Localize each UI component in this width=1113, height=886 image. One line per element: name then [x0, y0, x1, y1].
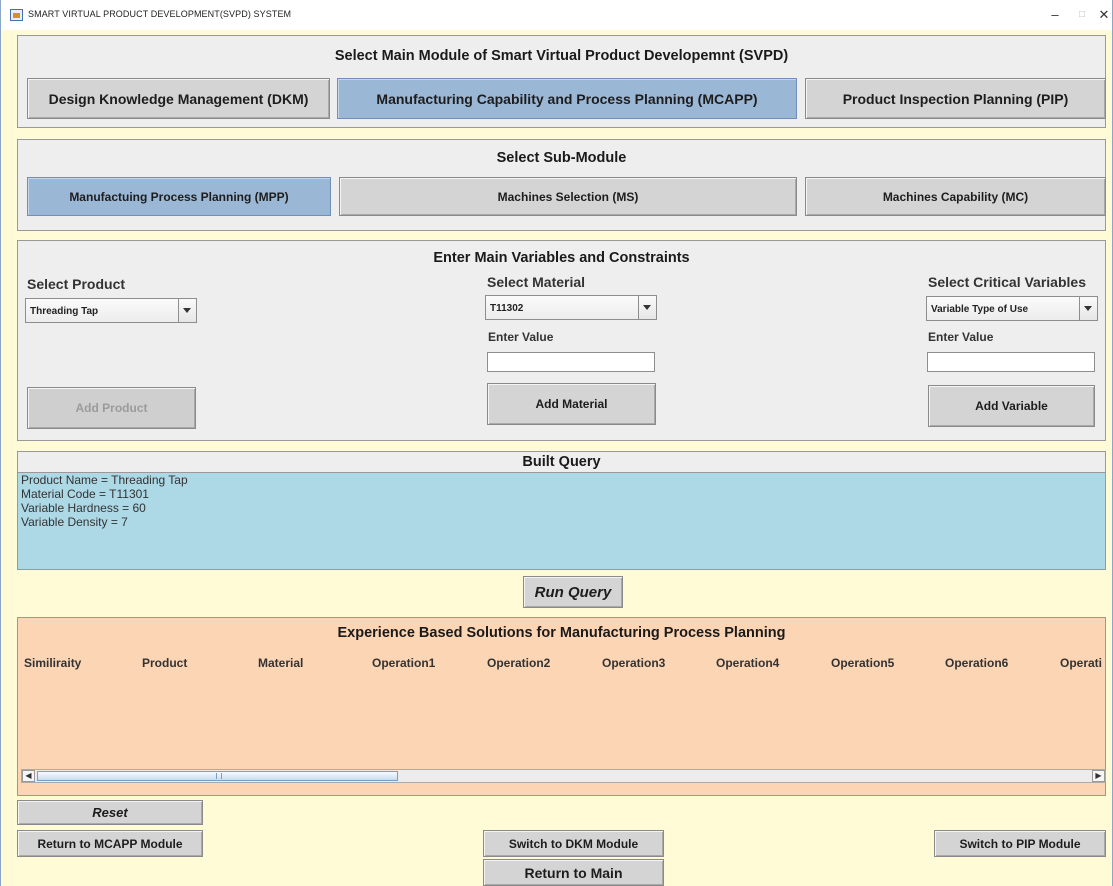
sub-module-title: Select Sub-Module	[496, 150, 627, 166]
query-line: Variable Density = 7	[21, 515, 128, 529]
col-header-similarity[interactable]: Similiraity	[24, 656, 81, 670]
query-header: Built Query	[17, 451, 1106, 473]
return-mcapp-button[interactable]: Return to MCAPP Module	[17, 830, 203, 857]
critical-variable-dropdown[interactable]: Variable Type of Use	[926, 296, 1098, 321]
select-product-label: Select Product	[27, 276, 126, 292]
col-header-operation2[interactable]: Operation2	[487, 656, 550, 670]
material-value-input[interactable]	[487, 352, 655, 372]
chevron-down-icon[interactable]	[178, 299, 196, 322]
scroll-left-arrow-icon[interactable]: ◀	[22, 770, 35, 782]
mpp-submodule-button[interactable]: Manufactuing Process Planning (MPP)	[27, 177, 331, 216]
dkm-module-button[interactable]: Design Knowledge Management (DKM)	[27, 78, 330, 119]
material-dropdown[interactable]: T11302	[485, 295, 657, 320]
run-query-button[interactable]: Run Query	[523, 576, 623, 608]
close-button[interactable]: ✕	[1094, 5, 1113, 25]
maximize-button[interactable]: □	[1072, 5, 1092, 25]
col-header-material[interactable]: Material	[258, 656, 303, 670]
add-material-button[interactable]: Add Material	[487, 383, 656, 425]
col-header-operation4[interactable]: Operation4	[716, 656, 779, 670]
ms-submodule-button[interactable]: Machines Selection (MS)	[339, 177, 797, 216]
select-critical-variables-label: Select Critical Variables	[928, 274, 1086, 290]
critical-value-input[interactable]	[927, 352, 1095, 372]
switch-pip-button[interactable]: Switch to PIP Module	[934, 830, 1106, 857]
add-variable-button[interactable]: Add Variable	[928, 385, 1095, 427]
window-title: SMART VIRTUAL PRODUCT DEVELOPMENT(SVPD) …	[28, 9, 292, 19]
query-line: Product Name = Threading Tap	[21, 473, 188, 487]
query-text-area[interactable]: Product Name = Threading Tap Material Co…	[17, 473, 1106, 570]
query-line: Material Code = T11301	[21, 487, 149, 501]
col-header-operation1[interactable]: Operation1	[372, 656, 435, 670]
col-header-product[interactable]: Product	[142, 656, 187, 670]
results-title: Experience Based Solutions for Manufactu…	[337, 625, 786, 641]
col-header-operation6[interactable]: Operation6	[945, 656, 1008, 670]
add-product-button[interactable]: Add Product	[27, 387, 196, 429]
col-header-operation5[interactable]: Operation5	[831, 656, 894, 670]
material-enter-value-label: Enter Value	[488, 330, 554, 344]
return-main-button[interactable]: Return to Main	[483, 859, 664, 886]
product-dropdown-value: Threading Tap	[30, 306, 99, 317]
mcapp-module-button[interactable]: Manufacturing Capability and Process Pla…	[337, 78, 797, 119]
col-header-operation7[interactable]: Operati	[1060, 656, 1102, 670]
material-dropdown-value: T11302	[490, 303, 524, 314]
query-title: Built Query	[522, 454, 601, 470]
main-module-title: Select Main Module of Smart Virtual Prod…	[334, 48, 789, 64]
chevron-down-icon[interactable]	[1079, 297, 1097, 320]
scrollbar-thumb[interactable]	[37, 771, 398, 781]
variables-title: Enter Main Variables and Constraints	[433, 250, 690, 266]
col-header-operation3[interactable]: Operation3	[602, 656, 665, 670]
java-app-icon	[10, 9, 23, 21]
chevron-down-icon[interactable]	[638, 296, 656, 319]
product-dropdown[interactable]: Threading Tap	[25, 298, 197, 323]
query-line: Variable Hardness = 60	[21, 501, 146, 515]
select-material-label: Select Material	[487, 274, 586, 290]
window-border-left	[0, 30, 1, 886]
reset-button[interactable]: Reset	[17, 800, 203, 825]
critical-variable-dropdown-value: Variable Type of Use	[931, 304, 1029, 315]
critical-enter-value-label: Enter Value	[928, 330, 994, 344]
switch-dkm-button[interactable]: Switch to DKM Module	[483, 830, 664, 857]
scroll-right-arrow-icon[interactable]: ▶	[1092, 770, 1105, 782]
pip-module-button[interactable]: Product Inspection Planning (PIP)	[805, 78, 1106, 119]
scrollbar-grip	[216, 773, 222, 779]
minimize-button[interactable]: –	[1045, 5, 1065, 25]
mc-submodule-button[interactable]: Machines Capability (MC)	[805, 177, 1106, 216]
results-horizontal-scrollbar[interactable]: ◀ ▶	[21, 769, 1106, 783]
